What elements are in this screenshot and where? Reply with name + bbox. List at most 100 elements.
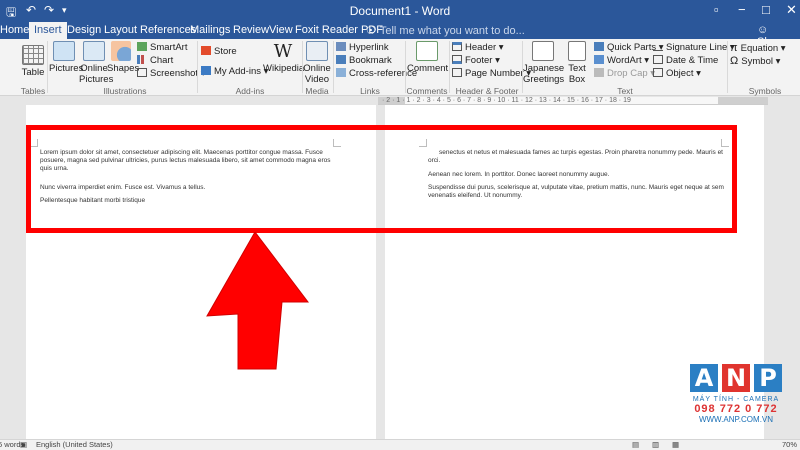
lightbulb-icon: ☉: [366, 25, 376, 37]
header-footer-group-label: Header & Footer: [455, 86, 519, 96]
proofing-icon[interactable]: ▣: [20, 440, 27, 450]
date-time-button[interactable]: Date & Time: [653, 55, 718, 66]
japanese-greetings-icon: [532, 41, 554, 61]
wordart-label: WordArt: [607, 55, 642, 66]
signature-line-button[interactable]: Signature Line ▾: [653, 42, 735, 53]
tab-home[interactable]: Home: [0, 24, 29, 36]
header-button[interactable]: Header ▾: [452, 42, 504, 53]
web-layout-icon[interactable]: ▦: [672, 440, 679, 450]
text-box-icon: [568, 41, 586, 61]
status-bar: 6 words ▣ English (United States) ▤ ▥ ▦ …: [0, 439, 800, 450]
footer-label: Footer: [465, 55, 493, 66]
print-layout-icon[interactable]: ▥: [652, 440, 659, 450]
maximize-icon[interactable]: □: [762, 2, 770, 17]
links-group-label: Links: [360, 86, 380, 96]
ruler-scale: · 2 · 1 · 1 · 2 · 3 · 4 · 5 · 6 · 7 · 8 …: [382, 97, 631, 104]
ribbon-display-icon[interactable]: ▫: [714, 2, 719, 17]
screenshot-label: Screenshot: [150, 68, 199, 79]
my-addins-label: My Add-ins: [214, 66, 261, 77]
horizontal-ruler[interactable]: · 2 · 1 · 1 · 2 · 3 · 4 · 5 · 6 · 7 · 8 …: [378, 97, 768, 105]
symbol-label: Symbol: [741, 56, 773, 67]
comment-icon: [416, 41, 438, 61]
read-mode-icon[interactable]: ▤: [632, 440, 639, 450]
hyperlink-icon: [336, 42, 346, 51]
equation-button[interactable]: π Equation ▾: [730, 42, 786, 54]
bookmark-button[interactable]: Bookmark: [336, 55, 392, 66]
close-icon[interactable]: ✕: [786, 2, 797, 18]
group-separator: [47, 41, 48, 93]
tab-mailings[interactable]: Mailings: [190, 24, 230, 36]
anp-letters: A N P: [688, 364, 784, 394]
header-icon: [452, 42, 462, 51]
quick-parts-label: Quick Parts: [607, 42, 657, 53]
shapes-label: Shapes: [107, 63, 140, 74]
wordart-button[interactable]: WordArt ▾: [594, 55, 649, 66]
footer-icon: [452, 55, 462, 64]
tab-insert[interactable]: Insert: [29, 22, 67, 39]
addins-group-label: Add-ins: [235, 86, 265, 96]
table-label: Table: [21, 67, 45, 78]
chart-label: Chart: [150, 55, 174, 66]
word-window: 🖫 ↶ ↷ ▾ Document1 - Word ▫ − □ ✕ Home In…: [0, 0, 800, 450]
tab-layout[interactable]: Layout: [104, 24, 137, 36]
addins-icon: [201, 66, 211, 75]
zoom-level[interactable]: 70%: [782, 440, 797, 450]
japanese-greetings-button[interactable]: Japanese Greetings: [523, 41, 564, 85]
my-addins-button[interactable]: My Add-ins ▾: [201, 66, 268, 77]
online-pictures-button[interactable]: Online Pictures: [79, 41, 113, 85]
pictures-button[interactable]: Pictures: [49, 41, 83, 74]
tab-review[interactable]: Review: [233, 24, 269, 36]
person-icon: ☺: [757, 24, 769, 36]
page-number-label: Page Number: [465, 68, 524, 79]
language-status[interactable]: English (United States): [36, 440, 113, 450]
wikipedia-button[interactable]: W Wikipedia: [263, 41, 305, 74]
shapes-button[interactable]: Shapes: [107, 41, 139, 74]
tab-view[interactable]: View: [269, 24, 293, 36]
drop-cap-button[interactable]: Drop Cap ▾: [594, 68, 655, 79]
bookmark-label: Bookmark: [349, 55, 392, 66]
text-box-button[interactable]: Text Box: [565, 41, 589, 85]
hyperlink-button[interactable]: Hyperlink: [336, 42, 389, 53]
tab-references[interactable]: References: [140, 24, 196, 36]
online-pictures-icon: [83, 41, 105, 61]
cross-reference-icon: [336, 68, 346, 77]
ribbon-tabs: Home Insert Design Layout References Mai…: [0, 22, 800, 48]
page-number-icon: [452, 68, 462, 77]
signature-line-label: Signature Line: [666, 42, 728, 53]
text-box-label: Text Box: [568, 63, 586, 85]
footer-button[interactable]: Footer ▾: [452, 55, 500, 66]
document-title: Document1 - Word: [349, 4, 451, 18]
symbol-button[interactable]: Ω Symbol ▾: [730, 55, 780, 67]
object-icon: [653, 68, 663, 77]
text-group-label: Text: [617, 86, 633, 96]
screenshot-button[interactable]: Screenshot ▾: [137, 68, 205, 79]
comments-group-label: Comments: [406, 86, 448, 96]
screenshot-icon: [137, 68, 147, 77]
table-button[interactable]: Table: [20, 45, 46, 78]
header-label: Header: [465, 42, 497, 53]
object-button[interactable]: Object ▾: [653, 68, 701, 79]
store-label: Store: [214, 46, 237, 57]
comment-button[interactable]: Comment: [407, 41, 449, 74]
online-video-label: Online Video: [303, 63, 331, 85]
chart-button[interactable]: Chart: [137, 55, 173, 66]
logo-tagline: MÁY TÍNH - CAMERA: [692, 396, 780, 403]
red-arrow-icon: [206, 232, 310, 370]
tell-me-box[interactable]: ☉ Tell me what you want to do...: [366, 24, 525, 37]
minimize-icon[interactable]: −: [738, 2, 746, 17]
anp-logo: A N P MÁY TÍNH - CAMERA 098 772 0 772 WW…: [688, 364, 784, 424]
store-button[interactable]: Store: [201, 46, 237, 57]
drop-cap-label: Drop Cap: [607, 68, 648, 79]
drop-cap-icon: [594, 68, 604, 77]
page-number-button[interactable]: Page Number ▾: [452, 68, 531, 79]
smartart-button[interactable]: SmartArt: [137, 42, 187, 53]
quick-parts-icon: [594, 42, 604, 51]
comment-label: Comment: [407, 63, 449, 74]
object-label: Object: [666, 68, 694, 79]
wikipedia-label: Wikipedia: [263, 63, 305, 74]
tab-design[interactable]: Design: [67, 24, 101, 36]
online-video-button[interactable]: Online Video: [303, 41, 331, 85]
wordart-icon: [594, 55, 604, 64]
signature-line-icon: [653, 42, 663, 51]
logo-letter: A: [690, 364, 718, 392]
